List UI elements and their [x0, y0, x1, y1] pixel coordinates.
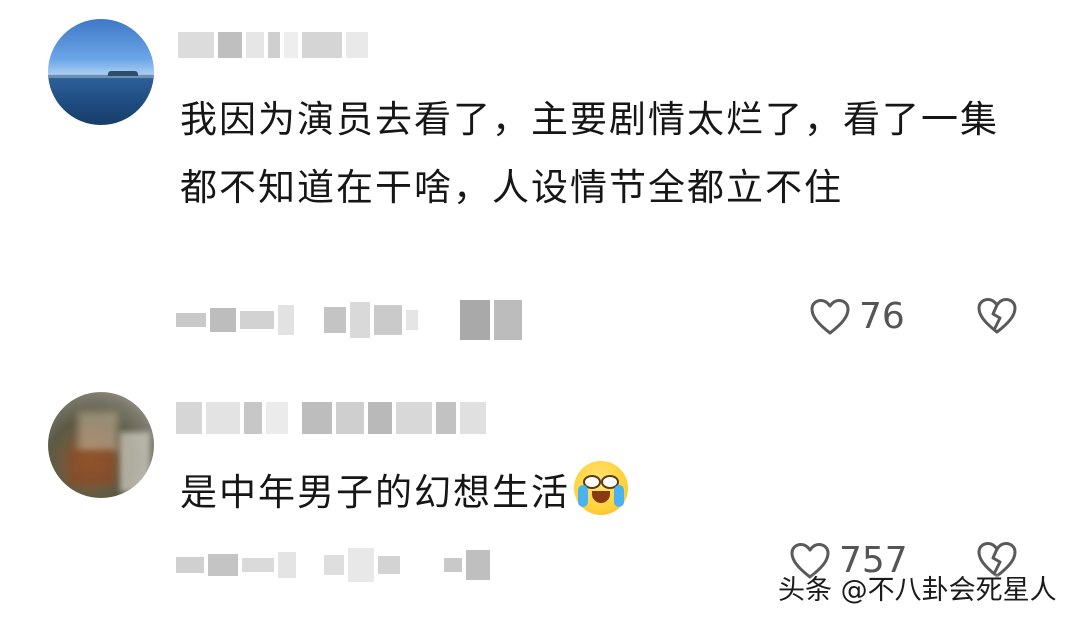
comment-text: 是中年男子的幻想生活 [180, 459, 1010, 527]
broken-heart-icon [977, 298, 1017, 334]
watermark: 头条 @不八卦会死星人 [778, 575, 1057, 606]
like-button[interactable]: 76 [809, 296, 905, 337]
crying-laughing-emoji-icon [574, 461, 628, 515]
blurred-meta [176, 548, 490, 582]
avatar[interactable] [48, 392, 154, 498]
heart-outline-icon [810, 298, 850, 334]
avatar[interactable] [48, 19, 154, 125]
dislike-button[interactable] [976, 297, 1018, 335]
blurred-username[interactable] [178, 32, 368, 58]
blurred-meta [176, 300, 522, 340]
comment-text-content: 是中年男子的幻想生活 [180, 471, 570, 514]
blurred-username[interactable] [176, 402, 486, 434]
comment-text: 我因为演员去看了，主要剧情太烂了，看了一集都不知道在干啥，人设情节全都立不住 [180, 98, 999, 209]
like-count: 76 [859, 296, 905, 337]
